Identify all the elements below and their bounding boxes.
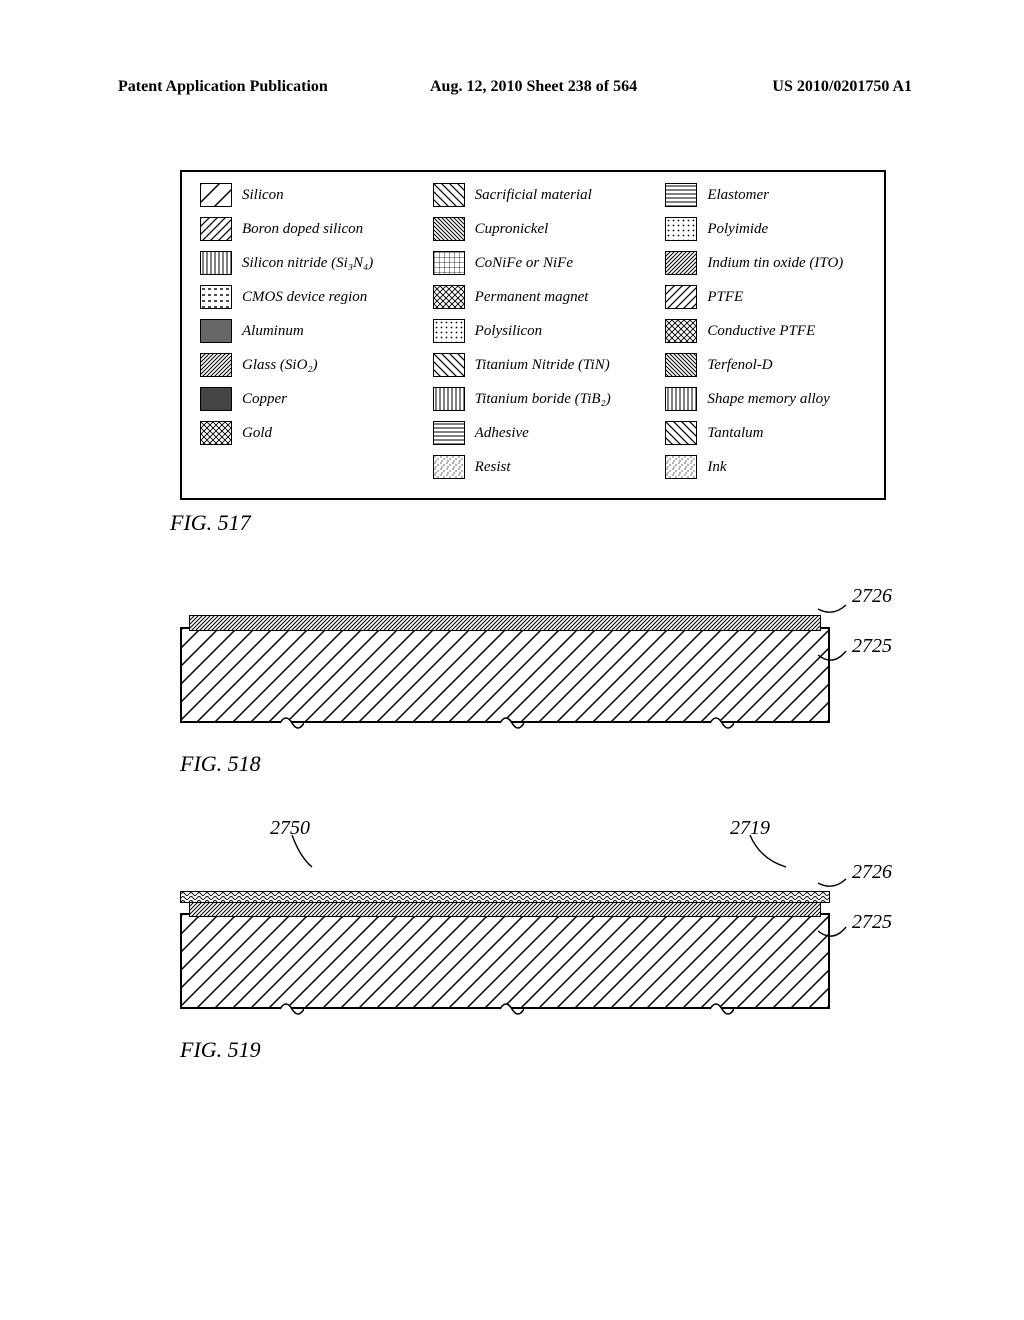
swatch-titanium-nitride — [433, 353, 465, 377]
legend-label: Aluminum — [242, 323, 304, 340]
swatch-polyimide — [665, 217, 697, 241]
swatch-silicon-nitride — [200, 251, 232, 275]
swatch-polysilicon — [433, 319, 465, 343]
legend-label: PTFE — [707, 289, 743, 306]
swatch-conductive-ptfe — [665, 319, 697, 343]
swatch-aluminum — [200, 319, 232, 343]
swatch-ink — [665, 455, 697, 479]
swatch-sacrificial-material — [433, 183, 465, 207]
fig-519: 2750 2719 2726 2725 FIG. — [180, 817, 870, 1063]
fig-518-caption: FIG. 518 — [180, 751, 870, 777]
legend-label: Glass (SiO₂) — [242, 357, 318, 374]
legend-col-1: Silicon Boron doped silicon Silicon nitr… — [200, 184, 405, 490]
layer-nitride — [180, 891, 830, 903]
swatch-permanent-magnet — [433, 285, 465, 309]
fig-518: 2726 2725 FIG. 518 — [180, 591, 870, 777]
lead-2726: 2726 — [852, 861, 892, 884]
legend-label: CMOS device region — [242, 289, 367, 306]
swatch-boron-doped-silicon — [200, 217, 232, 241]
swatch-silicon — [200, 183, 232, 207]
swatch-copper — [200, 387, 232, 411]
legend-label: Indium tin oxide (ITO) — [707, 255, 843, 272]
legend-col-3: Elastomer Polyimide Indium tin oxide (IT… — [665, 184, 870, 490]
swatch-cupronickel — [433, 217, 465, 241]
legend-label: Conductive PTFE — [707, 323, 815, 340]
header-center: Aug. 12, 2010 Sheet 238 of 564 — [430, 78, 637, 96]
legend-label: Cupronickel — [475, 221, 549, 238]
swatch-resist — [433, 455, 465, 479]
swatch-conife-nife — [433, 251, 465, 275]
legend-label: Elastomer — [707, 187, 769, 204]
legend-label: Sacrificial material — [475, 187, 592, 204]
legend-label: Polyimide — [707, 221, 768, 238]
legend-label: Tantalum — [707, 425, 763, 442]
legend-label: Titanium Nitride (TiN) — [475, 357, 610, 374]
fig-517-caption: FIG. 517 — [170, 510, 870, 536]
lead-2725: 2725 — [852, 911, 892, 934]
swatch-glass — [200, 353, 232, 377]
legend-label: Resist — [475, 459, 511, 476]
legend-label: Silicon — [242, 187, 284, 204]
lead-2726: 2726 — [852, 585, 892, 608]
fig-519-caption: FIG. 519 — [180, 1037, 870, 1063]
header-right: US 2010/0201750 A1 — [772, 78, 912, 96]
swatch-ito — [665, 251, 697, 275]
swatch-shape-memory-alloy — [665, 387, 697, 411]
swatch-cmos-device-region — [200, 285, 232, 309]
layer-oxide — [189, 901, 821, 917]
legend-label: Shape memory alloy — [707, 391, 829, 408]
legend-label: Terfenol-D — [707, 357, 772, 374]
legend-label: Adhesive — [475, 425, 529, 442]
legend-label: Boron doped silicon — [242, 221, 363, 238]
legend-label: Permanent magnet — [475, 289, 589, 306]
layer-substrate — [180, 627, 830, 723]
legend-box: Silicon Boron doped silicon Silicon nitr… — [180, 170, 886, 500]
swatch-terfenol-d — [665, 353, 697, 377]
legend-label: CoNiFe or NiFe — [475, 255, 573, 272]
legend-label: Ink — [707, 459, 726, 476]
header-left: Patent Application Publication — [118, 78, 328, 96]
page-header: Patent Application Publication US 2010/0… — [0, 78, 1024, 96]
legend-label: Titanium boride (TiB₂) — [475, 391, 611, 408]
legend-label: Copper — [242, 391, 287, 408]
swatch-tantalum — [665, 421, 697, 445]
swatch-titanium-boride — [433, 387, 465, 411]
swatch-adhesive — [433, 421, 465, 445]
legend-col-2: Sacrificial material Cupronickel CoNiFe … — [433, 184, 638, 490]
swatch-ptfe — [665, 285, 697, 309]
legend-label: Polysilicon — [475, 323, 543, 340]
legend-label: Gold — [242, 425, 272, 442]
swatch-elastomer — [665, 183, 697, 207]
layer-substrate — [180, 913, 830, 1009]
lead-2725: 2725 — [852, 635, 892, 658]
swatch-gold — [200, 421, 232, 445]
layer-oxide — [189, 615, 821, 631]
legend-label: Silicon nitride (Si₃N₄) — [242, 255, 373, 272]
